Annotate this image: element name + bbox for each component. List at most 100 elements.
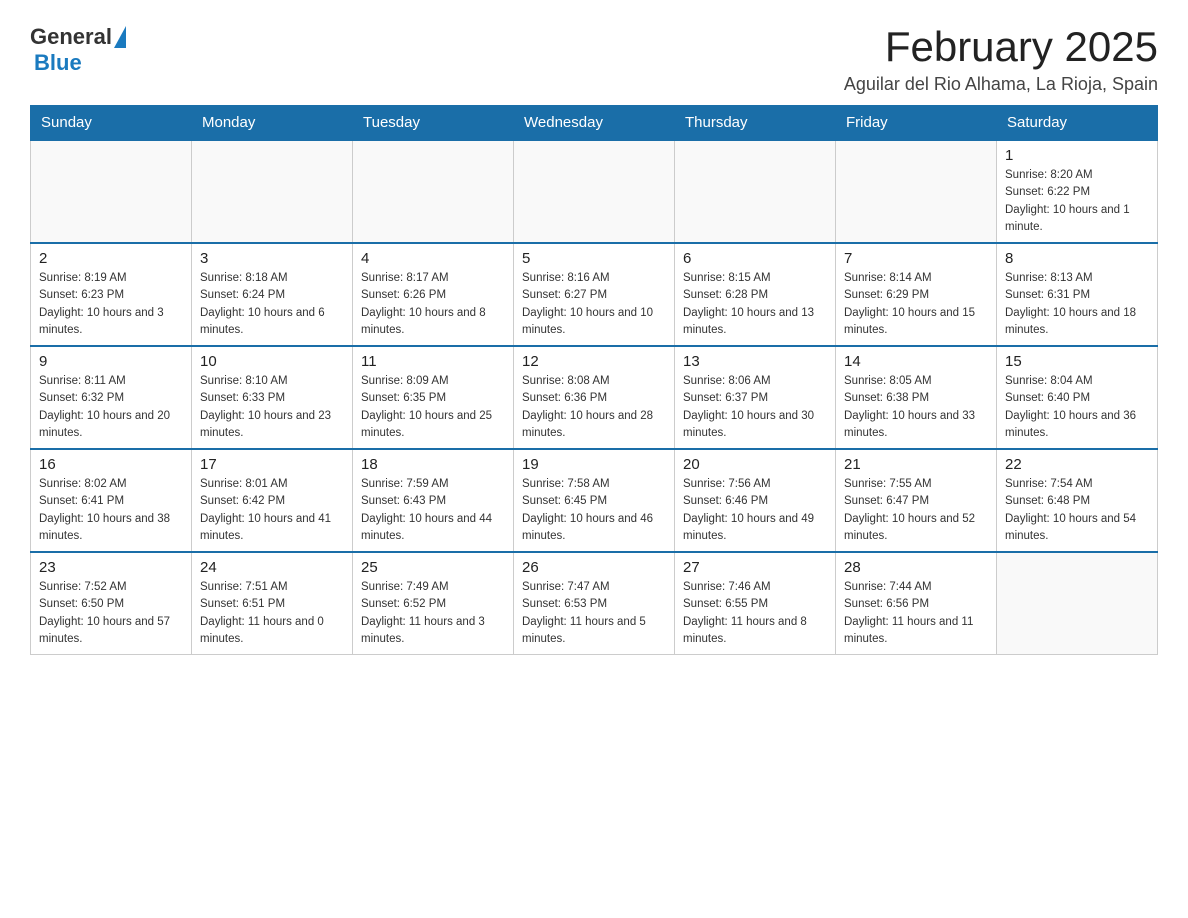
day-number: 1 bbox=[1005, 147, 1149, 164]
day-info: Sunrise: 8:19 AM Sunset: 6:23 PM Dayligh… bbox=[39, 270, 183, 339]
day-info: Sunrise: 7:56 AM Sunset: 6:46 PM Dayligh… bbox=[683, 476, 827, 545]
calendar-week-row: 9Sunrise: 8:11 AM Sunset: 6:32 PM Daylig… bbox=[31, 346, 1158, 449]
day-number: 11 bbox=[361, 353, 505, 370]
day-info: Sunrise: 8:20 AM Sunset: 6:22 PM Dayligh… bbox=[1005, 167, 1149, 236]
day-number: 5 bbox=[522, 250, 666, 267]
day-number: 10 bbox=[200, 353, 344, 370]
calendar-cell: 2 Sunrise: 8:19 AM Sunset: 6:23 PM Daylig… bbox=[31, 243, 192, 346]
day-number: 2 bbox=[39, 250, 183, 267]
day-info: Sunrise: 7:54 AM Sunset: 6:48 PM Dayligh… bbox=[1005, 476, 1149, 545]
day-number: 16 bbox=[39, 456, 183, 473]
calendar-cell: 6 Sunrise: 8:15 AM Sunset: 6:28 PM Daylig… bbox=[675, 243, 836, 346]
day-info: Sunrise: 8:13 AM Sunset: 6:31 PM Dayligh… bbox=[1005, 270, 1149, 339]
logo-blue-text: Blue bbox=[34, 50, 82, 75]
day-number: 8 bbox=[1005, 250, 1149, 267]
day-number: 7 bbox=[844, 250, 988, 267]
calendar-cell: 3 Sunrise: 8:18 AM Sunset: 6:24 PM Daylig… bbox=[192, 243, 353, 346]
calendar-weekday-header: Saturday bbox=[997, 106, 1158, 141]
calendar-weekday-header: Tuesday bbox=[353, 106, 514, 141]
calendar-cell bbox=[836, 140, 997, 243]
calendar-cell: 10 Sunrise: 8:10 AM Sunset: 6:33 PM Dayli… bbox=[192, 346, 353, 449]
calendar-cell: 15 Sunrise: 8:04 AM Sunset: 6:40 PM Dayli… bbox=[997, 346, 1158, 449]
calendar-week-row: 23Sunrise: 7:52 AM Sunset: 6:50 PM Dayli… bbox=[31, 552, 1158, 655]
day-info: Sunrise: 7:55 AM Sunset: 6:47 PM Dayligh… bbox=[844, 476, 988, 545]
header-title-block: February 2025 Aguilar del Rio Alhama, La… bbox=[844, 24, 1158, 95]
calendar-cell: 27 Sunrise: 7:46 AM Sunset: 6:55 PM Dayli… bbox=[675, 552, 836, 655]
calendar-cell: 19 Sunrise: 7:58 AM Sunset: 6:45 PM Dayli… bbox=[514, 449, 675, 552]
day-info: Sunrise: 8:10 AM Sunset: 6:33 PM Dayligh… bbox=[200, 373, 344, 442]
day-number: 27 bbox=[683, 559, 827, 576]
day-info: Sunrise: 8:15 AM Sunset: 6:28 PM Dayligh… bbox=[683, 270, 827, 339]
calendar-cell: 23Sunrise: 7:52 AM Sunset: 6:50 PM Dayli… bbox=[31, 552, 192, 655]
day-number: 17 bbox=[200, 456, 344, 473]
calendar-cell: 13Sunrise: 8:06 AM Sunset: 6:37 PM Dayli… bbox=[675, 346, 836, 449]
day-info: Sunrise: 7:46 AM Sunset: 6:55 PM Dayligh… bbox=[683, 579, 827, 648]
day-info: Sunrise: 8:18 AM Sunset: 6:24 PM Dayligh… bbox=[200, 270, 344, 339]
page-header: General Blue February 2025 Aguilar del R… bbox=[30, 24, 1158, 95]
day-number: 6 bbox=[683, 250, 827, 267]
calendar-weekday-header: Monday bbox=[192, 106, 353, 141]
day-info: Sunrise: 7:58 AM Sunset: 6:45 PM Dayligh… bbox=[522, 476, 666, 545]
day-info: Sunrise: 8:08 AM Sunset: 6:36 PM Dayligh… bbox=[522, 373, 666, 442]
calendar-cell: 4 Sunrise: 8:17 AM Sunset: 6:26 PM Daylig… bbox=[353, 243, 514, 346]
calendar-cell: 8 Sunrise: 8:13 AM Sunset: 6:31 PM Daylig… bbox=[997, 243, 1158, 346]
calendar-cell: 25Sunrise: 7:49 AM Sunset: 6:52 PM Dayli… bbox=[353, 552, 514, 655]
calendar-cell: 20 Sunrise: 7:56 AM Sunset: 6:46 PM Dayli… bbox=[675, 449, 836, 552]
calendar-cell: 14 Sunrise: 8:05 AM Sunset: 6:38 PM Dayli… bbox=[836, 346, 997, 449]
day-info: Sunrise: 8:02 AM Sunset: 6:41 PM Dayligh… bbox=[39, 476, 183, 545]
calendar-week-row: 2 Sunrise: 8:19 AM Sunset: 6:23 PM Daylig… bbox=[31, 243, 1158, 346]
calendar-cell: 24 Sunrise: 7:51 AM Sunset: 6:51 PM Dayli… bbox=[192, 552, 353, 655]
day-number: 19 bbox=[522, 456, 666, 473]
day-info: Sunrise: 7:59 AM Sunset: 6:43 PM Dayligh… bbox=[361, 476, 505, 545]
calendar-week-row: 1 Sunrise: 8:20 AM Sunset: 6:22 PM Daylig… bbox=[31, 140, 1158, 243]
calendar-cell: 17 Sunrise: 8:01 AM Sunset: 6:42 PM Dayli… bbox=[192, 449, 353, 552]
calendar-cell bbox=[31, 140, 192, 243]
day-number: 25 bbox=[361, 559, 505, 576]
location-text: Aguilar del Rio Alhama, La Rioja, Spain bbox=[844, 74, 1158, 95]
calendar-cell bbox=[192, 140, 353, 243]
month-title: February 2025 bbox=[844, 24, 1158, 70]
day-number: 28 bbox=[844, 559, 988, 576]
calendar-cell: 9Sunrise: 8:11 AM Sunset: 6:32 PM Daylig… bbox=[31, 346, 192, 449]
calendar-weekday-header: Sunday bbox=[31, 106, 192, 141]
calendar-cell: 18 Sunrise: 7:59 AM Sunset: 6:43 PM Dayli… bbox=[353, 449, 514, 552]
day-number: 14 bbox=[844, 353, 988, 370]
logo: General Blue bbox=[30, 24, 126, 76]
day-number: 15 bbox=[1005, 353, 1149, 370]
calendar-header-row: SundayMondayTuesdayWednesdayThursdayFrid… bbox=[31, 106, 1158, 141]
calendar-cell bbox=[997, 552, 1158, 655]
day-number: 22 bbox=[1005, 456, 1149, 473]
day-info: Sunrise: 8:04 AM Sunset: 6:40 PM Dayligh… bbox=[1005, 373, 1149, 442]
logo-general-text: General bbox=[30, 24, 112, 50]
day-info: Sunrise: 8:14 AM Sunset: 6:29 PM Dayligh… bbox=[844, 270, 988, 339]
calendar-cell: 21Sunrise: 7:55 AM Sunset: 6:47 PM Dayli… bbox=[836, 449, 997, 552]
day-info: Sunrise: 8:05 AM Sunset: 6:38 PM Dayligh… bbox=[844, 373, 988, 442]
day-number: 3 bbox=[200, 250, 344, 267]
calendar-weekday-header: Friday bbox=[836, 106, 997, 141]
calendar-week-row: 16 Sunrise: 8:02 AM Sunset: 6:41 PM Dayli… bbox=[31, 449, 1158, 552]
calendar-cell: 5Sunrise: 8:16 AM Sunset: 6:27 PM Daylig… bbox=[514, 243, 675, 346]
calendar-cell bbox=[514, 140, 675, 243]
day-number: 26 bbox=[522, 559, 666, 576]
calendar-cell: 12Sunrise: 8:08 AM Sunset: 6:36 PM Dayli… bbox=[514, 346, 675, 449]
day-number: 9 bbox=[39, 353, 183, 370]
day-number: 24 bbox=[200, 559, 344, 576]
day-info: Sunrise: 7:52 AM Sunset: 6:50 PM Dayligh… bbox=[39, 579, 183, 648]
day-number: 13 bbox=[683, 353, 827, 370]
day-info: Sunrise: 8:01 AM Sunset: 6:42 PM Dayligh… bbox=[200, 476, 344, 545]
calendar-cell: 22 Sunrise: 7:54 AM Sunset: 6:48 PM Dayli… bbox=[997, 449, 1158, 552]
calendar-cell bbox=[353, 140, 514, 243]
day-number: 20 bbox=[683, 456, 827, 473]
day-info: Sunrise: 7:44 AM Sunset: 6:56 PM Dayligh… bbox=[844, 579, 988, 648]
calendar-table: SundayMondayTuesdayWednesdayThursdayFrid… bbox=[30, 105, 1158, 655]
day-info: Sunrise: 7:51 AM Sunset: 6:51 PM Dayligh… bbox=[200, 579, 344, 648]
day-info: Sunrise: 8:09 AM Sunset: 6:35 PM Dayligh… bbox=[361, 373, 505, 442]
calendar-weekday-header: Wednesday bbox=[514, 106, 675, 141]
day-number: 18 bbox=[361, 456, 505, 473]
calendar-cell: 16 Sunrise: 8:02 AM Sunset: 6:41 PM Dayli… bbox=[31, 449, 192, 552]
calendar-cell: 1 Sunrise: 8:20 AM Sunset: 6:22 PM Daylig… bbox=[997, 140, 1158, 243]
logo-triangle-icon bbox=[114, 26, 126, 48]
day-number: 4 bbox=[361, 250, 505, 267]
day-info: Sunrise: 8:17 AM Sunset: 6:26 PM Dayligh… bbox=[361, 270, 505, 339]
calendar-cell: 28 Sunrise: 7:44 AM Sunset: 6:56 PM Dayli… bbox=[836, 552, 997, 655]
